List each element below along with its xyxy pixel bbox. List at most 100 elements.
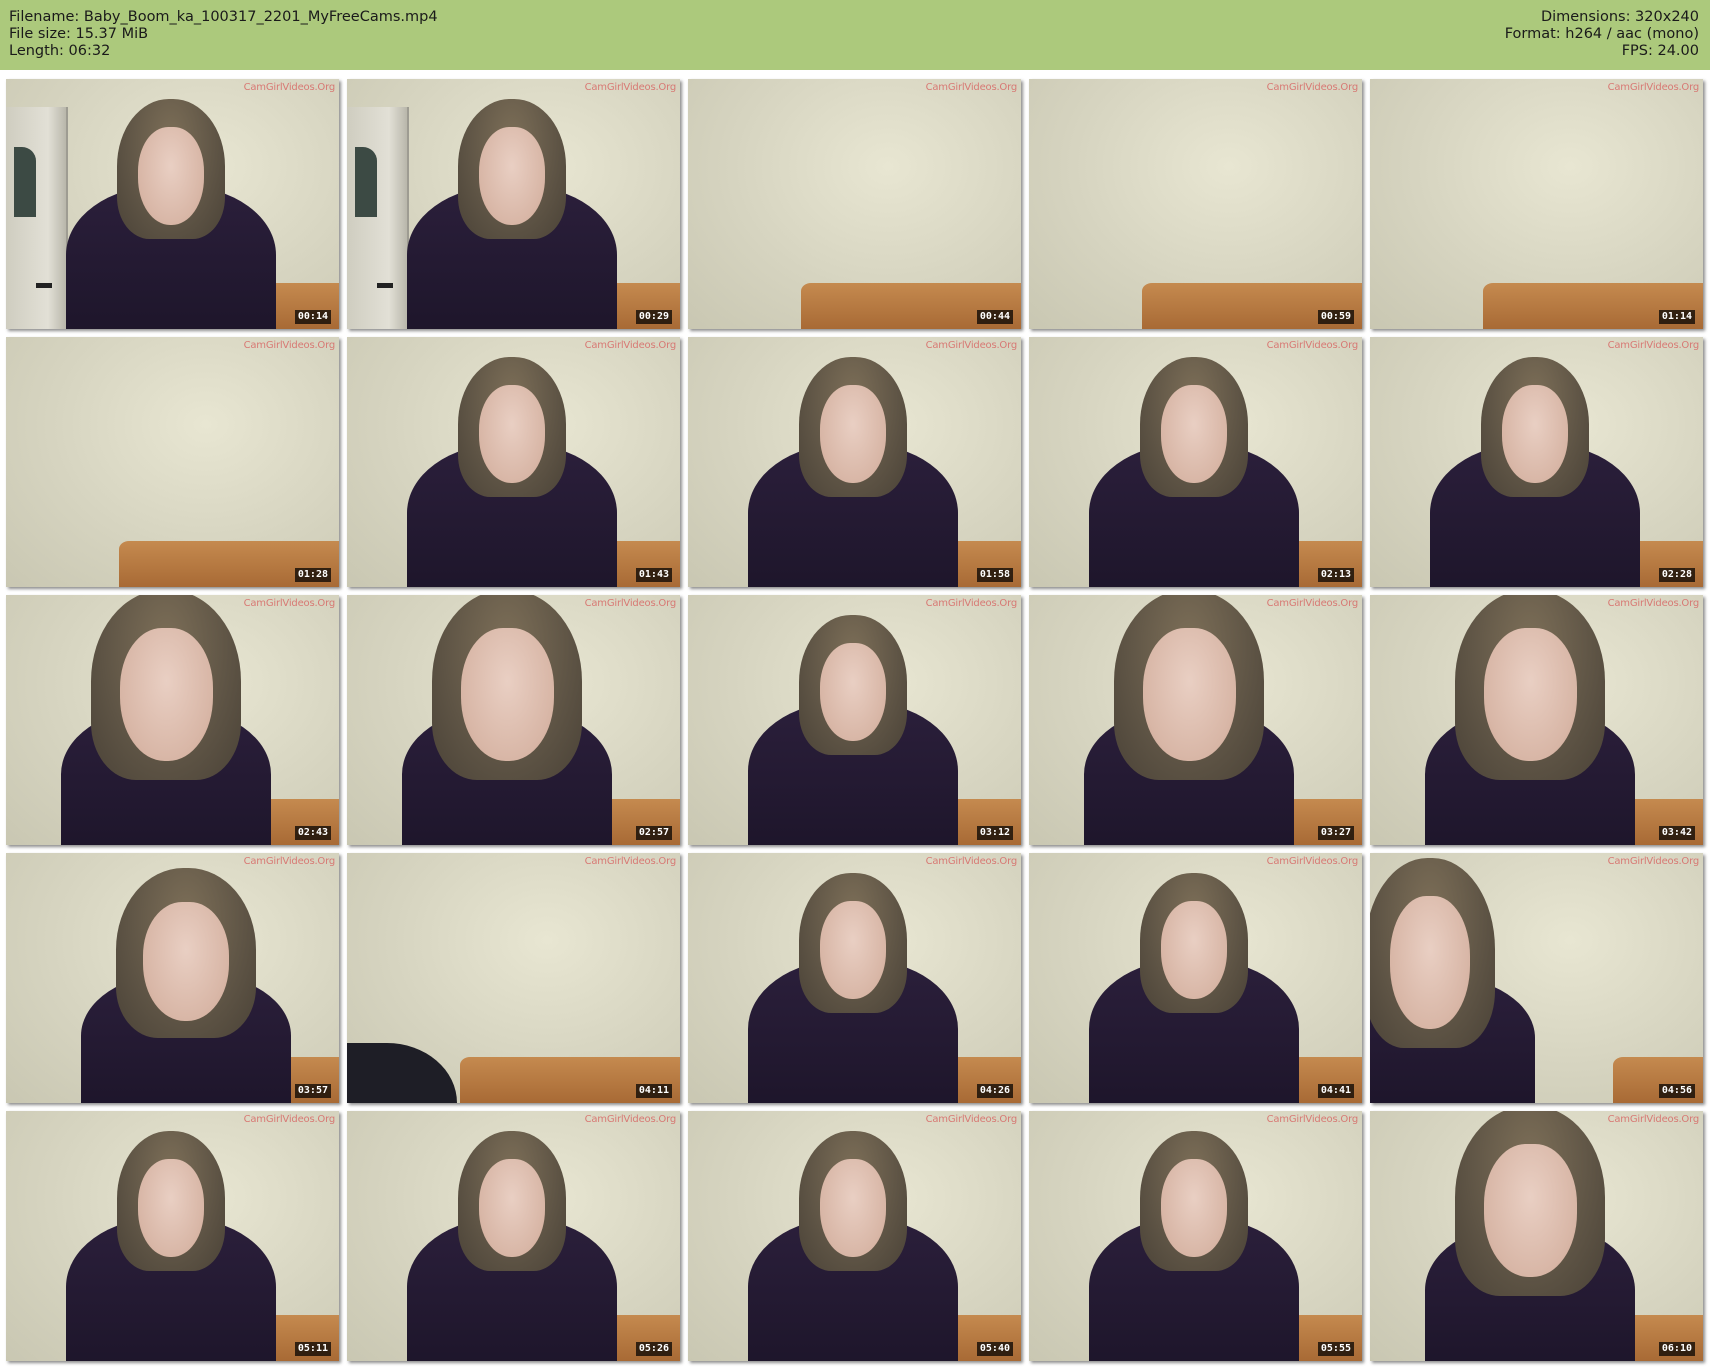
video-thumbnail[interactable]: CamGirlVideos.Org 01:28 (6, 337, 339, 587)
timestamp-label: 01:43 (635, 568, 672, 582)
length-label: Length: 06:32 (9, 43, 111, 59)
door (347, 107, 409, 329)
video-thumbnail[interactable]: CamGirlVideos.Org 04:11 (347, 853, 680, 1103)
timestamp-label: 04:41 (1317, 1084, 1354, 1098)
video-thumbnail[interactable]: CamGirlVideos.Org 04:26 (688, 853, 1021, 1103)
door-window (355, 147, 377, 217)
timestamp-label: 02:57 (635, 826, 672, 840)
video-thumbnail[interactable]: CamGirlVideos.Org 02:57 (347, 595, 680, 845)
video-thumbnail[interactable]: CamGirlVideos.Org 00:14 (6, 79, 339, 329)
timestamp-label: 05:11 (294, 1342, 331, 1356)
file-info-header: Filename: Baby_Boom_ka_100317_2201_MyFre… (0, 0, 1710, 70)
video-thumbnail[interactable]: CamGirlVideos.Org 03:57 (6, 853, 339, 1103)
video-thumbnail[interactable]: CamGirlVideos.Org 05:11 (6, 1111, 339, 1361)
watermark-text: CamGirlVideos.Org (1266, 340, 1359, 351)
door-window (14, 147, 36, 217)
watermark-text: CamGirlVideos.Org (925, 1114, 1018, 1125)
face (478, 127, 546, 225)
watermark-text: CamGirlVideos.Org (1266, 856, 1359, 867)
timestamp-label: 02:13 (1317, 568, 1354, 582)
timestamp-label: 00:14 (294, 310, 331, 324)
timestamp-label: 03:42 (1658, 826, 1695, 840)
fps-label: FPS: 24.00 (1621, 43, 1699, 59)
timestamp-label: 00:44 (976, 310, 1013, 324)
video-thumbnail[interactable]: CamGirlVideos.Org 02:28 (1370, 337, 1703, 587)
dimensions-label: Dimensions: 320x240 (1540, 9, 1699, 25)
watermark-text: CamGirlVideos.Org (1266, 82, 1359, 93)
face (819, 643, 887, 741)
timestamp-label: 03:12 (976, 826, 1013, 840)
watermark-text: CamGirlVideos.Org (1607, 1114, 1700, 1125)
timestamp-label: 03:27 (1317, 826, 1354, 840)
watermark-text: CamGirlVideos.Org (584, 856, 677, 867)
video-thumbnail[interactable]: CamGirlVideos.Org 00:59 (1029, 79, 1362, 329)
watermark-text: CamGirlVideos.Org (1607, 340, 1700, 351)
video-thumbnail[interactable]: CamGirlVideos.Org 01:14 (1370, 79, 1703, 329)
watermark-text: CamGirlVideos.Org (1607, 856, 1700, 867)
timestamp-label: 03:57 (294, 1084, 331, 1098)
face (1142, 628, 1236, 761)
face (142, 902, 230, 1021)
watermark-text: CamGirlVideos.Org (925, 340, 1018, 351)
face (478, 1159, 546, 1257)
video-thumbnail[interactable]: CamGirlVideos.Org 05:40 (688, 1111, 1021, 1361)
watermark-text: CamGirlVideos.Org (1607, 82, 1700, 93)
timestamp-label: 01:58 (976, 568, 1013, 582)
face (1483, 628, 1577, 761)
filename-label: Filename: Baby_Boom_ka_100317_2201_MyFre… (9, 9, 438, 25)
video-thumbnail[interactable]: CamGirlVideos.Org 03:27 (1029, 595, 1362, 845)
video-thumbnail[interactable]: CamGirlVideos.Org 02:43 (6, 595, 339, 845)
face (1160, 901, 1228, 999)
watermark-text: CamGirlVideos.Org (584, 340, 677, 351)
video-thumbnail[interactable]: CamGirlVideos.Org 01:43 (347, 337, 680, 587)
timestamp-label: 01:28 (294, 568, 331, 582)
face (478, 385, 546, 483)
video-thumbnail[interactable]: CamGirlVideos.Org 00:44 (688, 79, 1021, 329)
watermark-text: CamGirlVideos.Org (584, 82, 677, 93)
timestamp-label: 05:55 (1317, 1342, 1354, 1356)
video-thumbnail[interactable]: CamGirlVideos.Org 05:55 (1029, 1111, 1362, 1361)
timestamp-label: 00:59 (1317, 310, 1354, 324)
door-handle (36, 283, 52, 288)
door-handle (377, 283, 393, 288)
watermark-text: CamGirlVideos.Org (243, 1114, 336, 1125)
face (1160, 1159, 1228, 1257)
video-thumbnail[interactable]: CamGirlVideos.Org 04:41 (1029, 853, 1362, 1103)
watermark-text: CamGirlVideos.Org (243, 856, 336, 867)
video-thumbnail[interactable]: CamGirlVideos.Org 01:58 (688, 337, 1021, 587)
timestamp-label: 00:29 (635, 310, 672, 324)
format-label: Format: h264 / aac (mono) (1504, 26, 1699, 42)
video-thumbnail[interactable]: CamGirlVideos.Org 02:13 (1029, 337, 1362, 587)
video-thumbnail[interactable]: CamGirlVideos.Org 06:10 (1370, 1111, 1703, 1361)
timestamp-label: 05:26 (635, 1342, 672, 1356)
filesize-label: File size: 15.37 MiB (9, 26, 149, 42)
face (819, 901, 887, 999)
face (1160, 385, 1228, 483)
video-thumbnail[interactable]: CamGirlVideos.Org 04:56 (1370, 853, 1703, 1103)
watermark-text: CamGirlVideos.Org (925, 598, 1018, 609)
video-thumbnail[interactable]: CamGirlVideos.Org 05:26 (347, 1111, 680, 1361)
watermark-text: CamGirlVideos.Org (243, 598, 336, 609)
watermark-text: CamGirlVideos.Org (584, 598, 677, 609)
video-thumbnail[interactable]: CamGirlVideos.Org 03:42 (1370, 595, 1703, 845)
file-info-left: Filename: Baby_Boom_ka_100317_2201_MyFre… (9, 9, 438, 60)
video-thumbnail[interactable]: CamGirlVideos.Org 03:12 (688, 595, 1021, 845)
face (1501, 385, 1569, 483)
watermark-text: CamGirlVideos.Org (1266, 1114, 1359, 1125)
timestamp-label: 04:56 (1658, 1084, 1695, 1098)
watermark-text: CamGirlVideos.Org (1607, 598, 1700, 609)
timestamp-label: 05:40 (976, 1342, 1013, 1356)
face (819, 385, 887, 483)
watermark-text: CamGirlVideos.Org (243, 82, 336, 93)
face (819, 1159, 887, 1257)
watermark-text: CamGirlVideos.Org (925, 82, 1018, 93)
video-thumbnail[interactable]: CamGirlVideos.Org 00:29 (347, 79, 680, 329)
face (137, 127, 205, 225)
face (1483, 1144, 1577, 1277)
timestamp-label: 01:14 (1658, 310, 1695, 324)
thumbnail-grid: CamGirlVideos.Org 00:14 CamGirlVideos.Org 0… (0, 79, 1710, 1370)
face (137, 1159, 205, 1257)
door (6, 107, 68, 329)
timestamp-label: 02:43 (294, 826, 331, 840)
timestamp-label: 06:10 (1658, 1342, 1695, 1356)
